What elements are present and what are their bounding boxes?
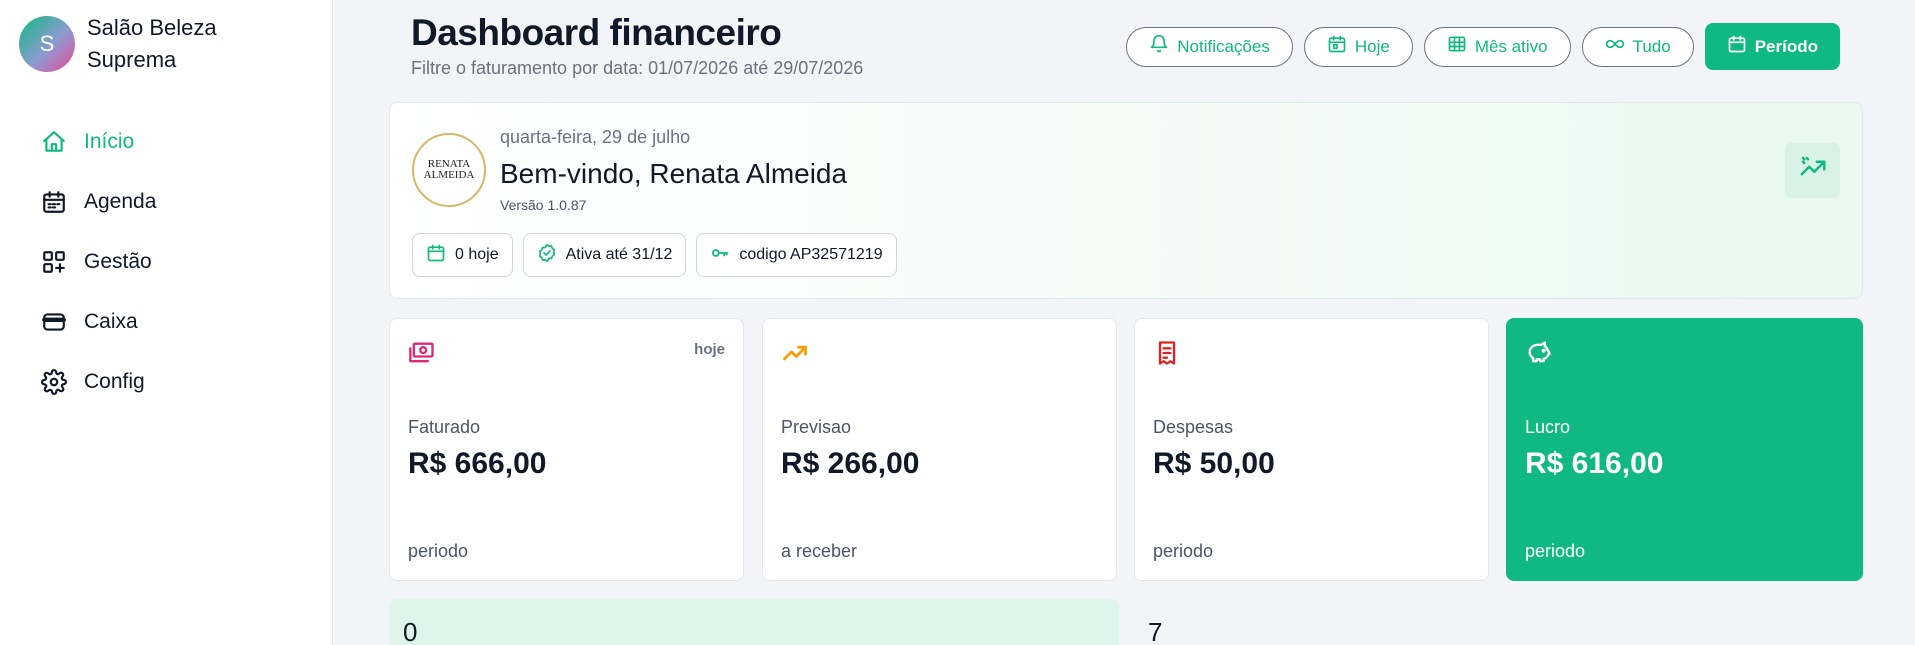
verified-icon	[537, 243, 557, 268]
stat-tag: hoje	[694, 341, 725, 358]
stat-value: R$ 50,00	[1153, 447, 1275, 480]
period-label: Período	[1754, 36, 1818, 56]
sidebar-item-label: Agenda	[84, 190, 157, 213]
active-month-label: Mês ativo	[1474, 36, 1548, 56]
notifications-label: Notificações	[1177, 36, 1270, 56]
welcome-chips: 0 hoje Ativa até 31/12 codigo AP32571219	[412, 233, 897, 277]
active-month-filter-button[interactable]: Mês ativo	[1423, 26, 1571, 67]
stat-label: Faturado	[408, 417, 481, 437]
date-filter-subtitle: Filtre o faturamento por data: 01/07/202…	[411, 58, 864, 78]
stat-label: Lucro	[1525, 417, 1571, 437]
sidebar-item-config[interactable]: Config	[40, 352, 156, 412]
table-icon	[1447, 34, 1467, 59]
subscription-status-chip[interactable]: Ativa até 31/12	[522, 233, 687, 277]
chip-label: codigo AP32571219	[739, 246, 883, 263]
brand: S Salão Beleza Suprema	[19, 15, 267, 76]
sidebar: S Salão Beleza Suprema Início Agenda Ges…	[0, 0, 333, 645]
all-filter-button[interactable]: Tudo	[1581, 26, 1694, 67]
filter-toolbar: Notificações Hoje Mês ativo Tudo Período	[1126, 23, 1840, 70]
welcome-greeting: Bem-vindo, Renata Almeida	[500, 158, 848, 189]
access-code-chip[interactable]: codigo AP32571219	[696, 233, 897, 277]
stat-label: Previsao	[781, 417, 852, 437]
calendar-icon	[40, 188, 68, 216]
calendar-icon	[426, 243, 446, 268]
receipt-icon	[1153, 339, 1181, 367]
summary-value: 0	[403, 617, 418, 645]
stat-card-previsao[interactable]: Previsao R$ 266,00 a receber	[762, 318, 1117, 581]
chip-label: Ativa até 31/12	[565, 246, 673, 263]
cash-icon	[408, 339, 436, 367]
stat-footnote: periodo	[1153, 541, 1214, 561]
home-icon	[40, 128, 68, 156]
app-version: Versão 1.0.87	[500, 197, 587, 213]
key-icon	[710, 243, 730, 268]
page-title: Dashboard financeiro	[411, 12, 782, 53]
insights-button[interactable]	[1785, 143, 1840, 198]
sidebar-nav: Início Agenda Gestão Caixa Config	[40, 112, 156, 412]
sidebar-item-label: Caixa	[84, 310, 138, 333]
calendar-day-icon	[1327, 34, 1347, 59]
welcome-card: RENATA ALMEIDA quarta-feira, 29 de julho…	[389, 102, 1863, 299]
today-label: Hoje	[1354, 36, 1390, 56]
today-filter-button[interactable]: Hoje	[1303, 26, 1413, 67]
stat-value: R$ 666,00	[408, 447, 547, 480]
bell-icon	[1149, 34, 1169, 59]
grid-plus-icon	[40, 248, 68, 276]
all-label: Tudo	[1632, 36, 1671, 56]
stat-card-lucro[interactable]: Lucro R$ 616,00 periodo	[1506, 318, 1863, 581]
stat-card-despesas[interactable]: Despesas R$ 50,00 periodo	[1134, 318, 1489, 581]
trending-up-icon	[1798, 153, 1828, 188]
summary-card-right[interactable]: 7	[1134, 599, 1863, 645]
trending-up-icon	[781, 339, 809, 367]
summary-card-left[interactable]: 0	[389, 599, 1119, 645]
sidebar-item-label: Gestão	[84, 250, 152, 273]
stat-label: Despesas	[1153, 417, 1234, 437]
infinity-icon	[1605, 34, 1625, 59]
notifications-button[interactable]: Notificações	[1126, 26, 1293, 67]
sidebar-item-agenda[interactable]: Agenda	[40, 172, 156, 232]
avatar[interactable]: S	[19, 16, 75, 72]
stat-footnote: a receber	[781, 541, 858, 561]
sidebar-item-gestao[interactable]: Gestão	[40, 232, 156, 292]
salon-name: Salão Beleza Suprema	[87, 15, 217, 72]
piggy-bank-icon	[1525, 339, 1553, 367]
stat-footnote: periodo	[408, 541, 469, 561]
calendar-icon	[1727, 34, 1747, 59]
current-date: quarta-feira, 29 de julho	[500, 127, 691, 147]
summary-value: 7	[1148, 617, 1163, 645]
stat-value: R$ 266,00	[781, 447, 920, 480]
logo-line-2: ALMEIDA	[423, 169, 475, 181]
sidebar-item-caixa[interactable]: Caixa	[40, 292, 156, 352]
gear-icon	[40, 368, 68, 396]
stat-card-faturado[interactable]: hoje Faturado R$ 666,00 periodo	[389, 318, 744, 581]
stat-value: R$ 616,00	[1525, 447, 1664, 480]
chip-label: 0 hoje	[455, 246, 499, 263]
sidebar-item-label: Config	[84, 370, 145, 393]
period-filter-button[interactable]: Período	[1704, 23, 1840, 70]
sidebar-item-label: Início	[84, 130, 135, 153]
wallet-icon	[40, 308, 68, 336]
today-appointments-chip[interactable]: 0 hoje	[412, 233, 513, 277]
stat-footnote: periodo	[1525, 541, 1586, 561]
sidebar-item-inicio[interactable]: Início	[40, 112, 156, 172]
salon-logo: RENATA ALMEIDA	[412, 133, 486, 207]
